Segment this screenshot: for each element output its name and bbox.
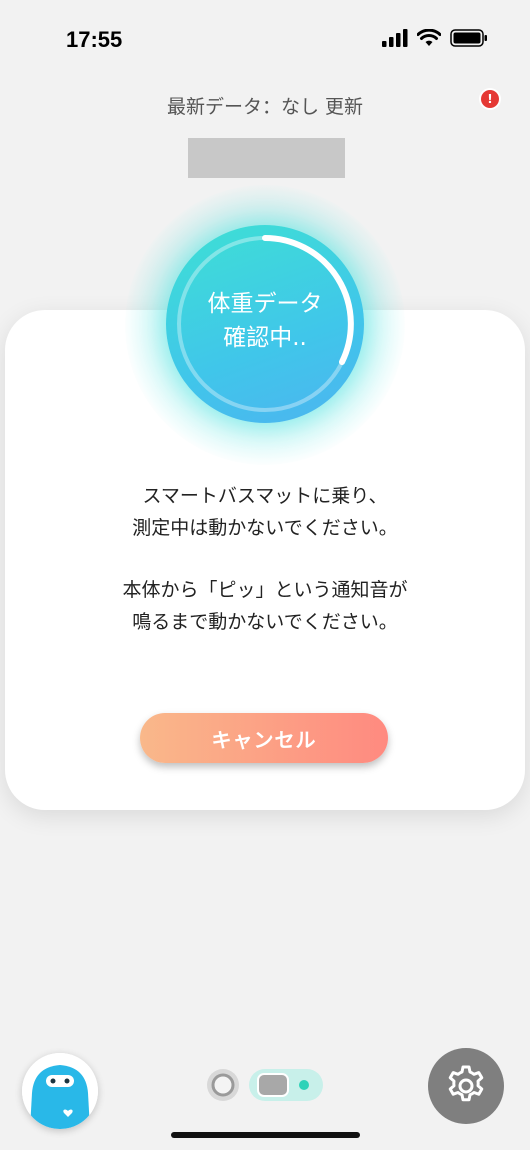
status-icons: [382, 29, 488, 47]
character-avatar[interactable]: [22, 1053, 98, 1129]
instructions: スマートバスマットに乗り、 測定中は動かないでください。 本体から「ピッ」という…: [5, 480, 525, 638]
settings-button[interactable]: [428, 1048, 504, 1124]
screen: 17:55 最新データ：なし 更新 ! スマートバスマットに乗り、 測定中は動か…: [0, 0, 530, 1150]
redacted-block: [188, 138, 345, 178]
status-bar: 17:55: [0, 0, 530, 80]
instruction-line: 本体から「ピッ」という通知音が: [122, 579, 408, 601]
instruction-line: 測定中は動かないでください。: [132, 517, 398, 539]
instruction-line: スマートバスマットに乗り、: [142, 485, 388, 507]
wifi-icon: [417, 29, 441, 46]
alert-badge[interactable]: !: [481, 90, 499, 108]
cancel-button[interactable]: キャンセル: [140, 713, 388, 763]
mascot-icon: [22, 1053, 98, 1129]
latest-data-refresh[interactable]: 最新データ：なし 更新: [0, 92, 530, 119]
cellular-signal-icon: [382, 29, 408, 47]
home-indicator[interactable]: [171, 1132, 360, 1138]
measuring-line: 体重データ: [207, 291, 323, 317]
measuring-indicator: 体重データ 確認中..: [166, 225, 364, 423]
battery-icon: [450, 29, 487, 47]
device-toggle-icon: [207, 1069, 323, 1101]
measuring-line: 確認中..: [223, 325, 307, 351]
device-page-indicator[interactable]: [206, 1065, 326, 1105]
status-time: 17:55: [66, 27, 123, 52]
measuring-text: 体重データ 確認中..: [166, 287, 364, 355]
gear-icon: [448, 1065, 484, 1102]
instruction-line: 鳴るまで動かないでください。: [132, 611, 398, 633]
